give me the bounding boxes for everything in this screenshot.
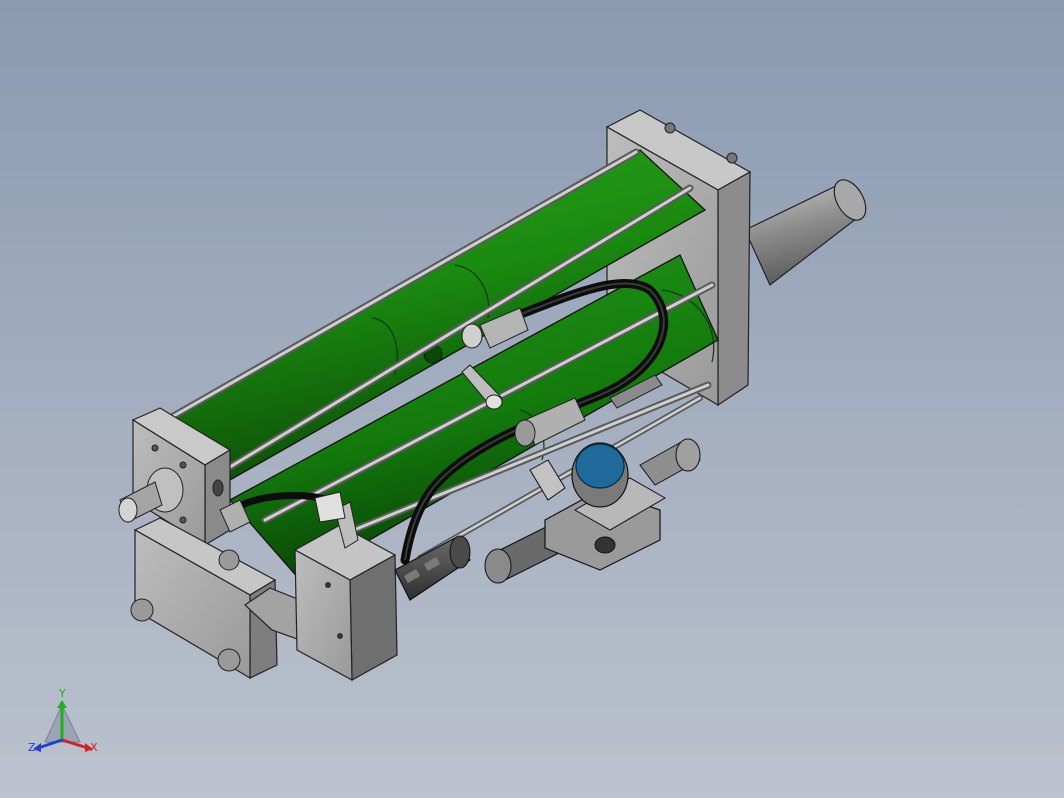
coordinate-triad: Y X Z bbox=[28, 687, 98, 754]
hex-bolt bbox=[130, 598, 154, 622]
plate-nut bbox=[664, 122, 676, 134]
pressure-gauge[interactable] bbox=[571, 442, 629, 508]
hex-bolt bbox=[218, 549, 240, 571]
plate-nut bbox=[726, 152, 738, 164]
cad-viewport[interactable]: Y X Z bbox=[0, 0, 1064, 798]
piston-rod[interactable] bbox=[744, 174, 872, 286]
y-axis-label: Y bbox=[58, 687, 66, 700]
hex-bolt bbox=[217, 648, 241, 672]
z-axis-label: Z bbox=[28, 741, 36, 754]
x-axis-label: X bbox=[90, 741, 98, 754]
